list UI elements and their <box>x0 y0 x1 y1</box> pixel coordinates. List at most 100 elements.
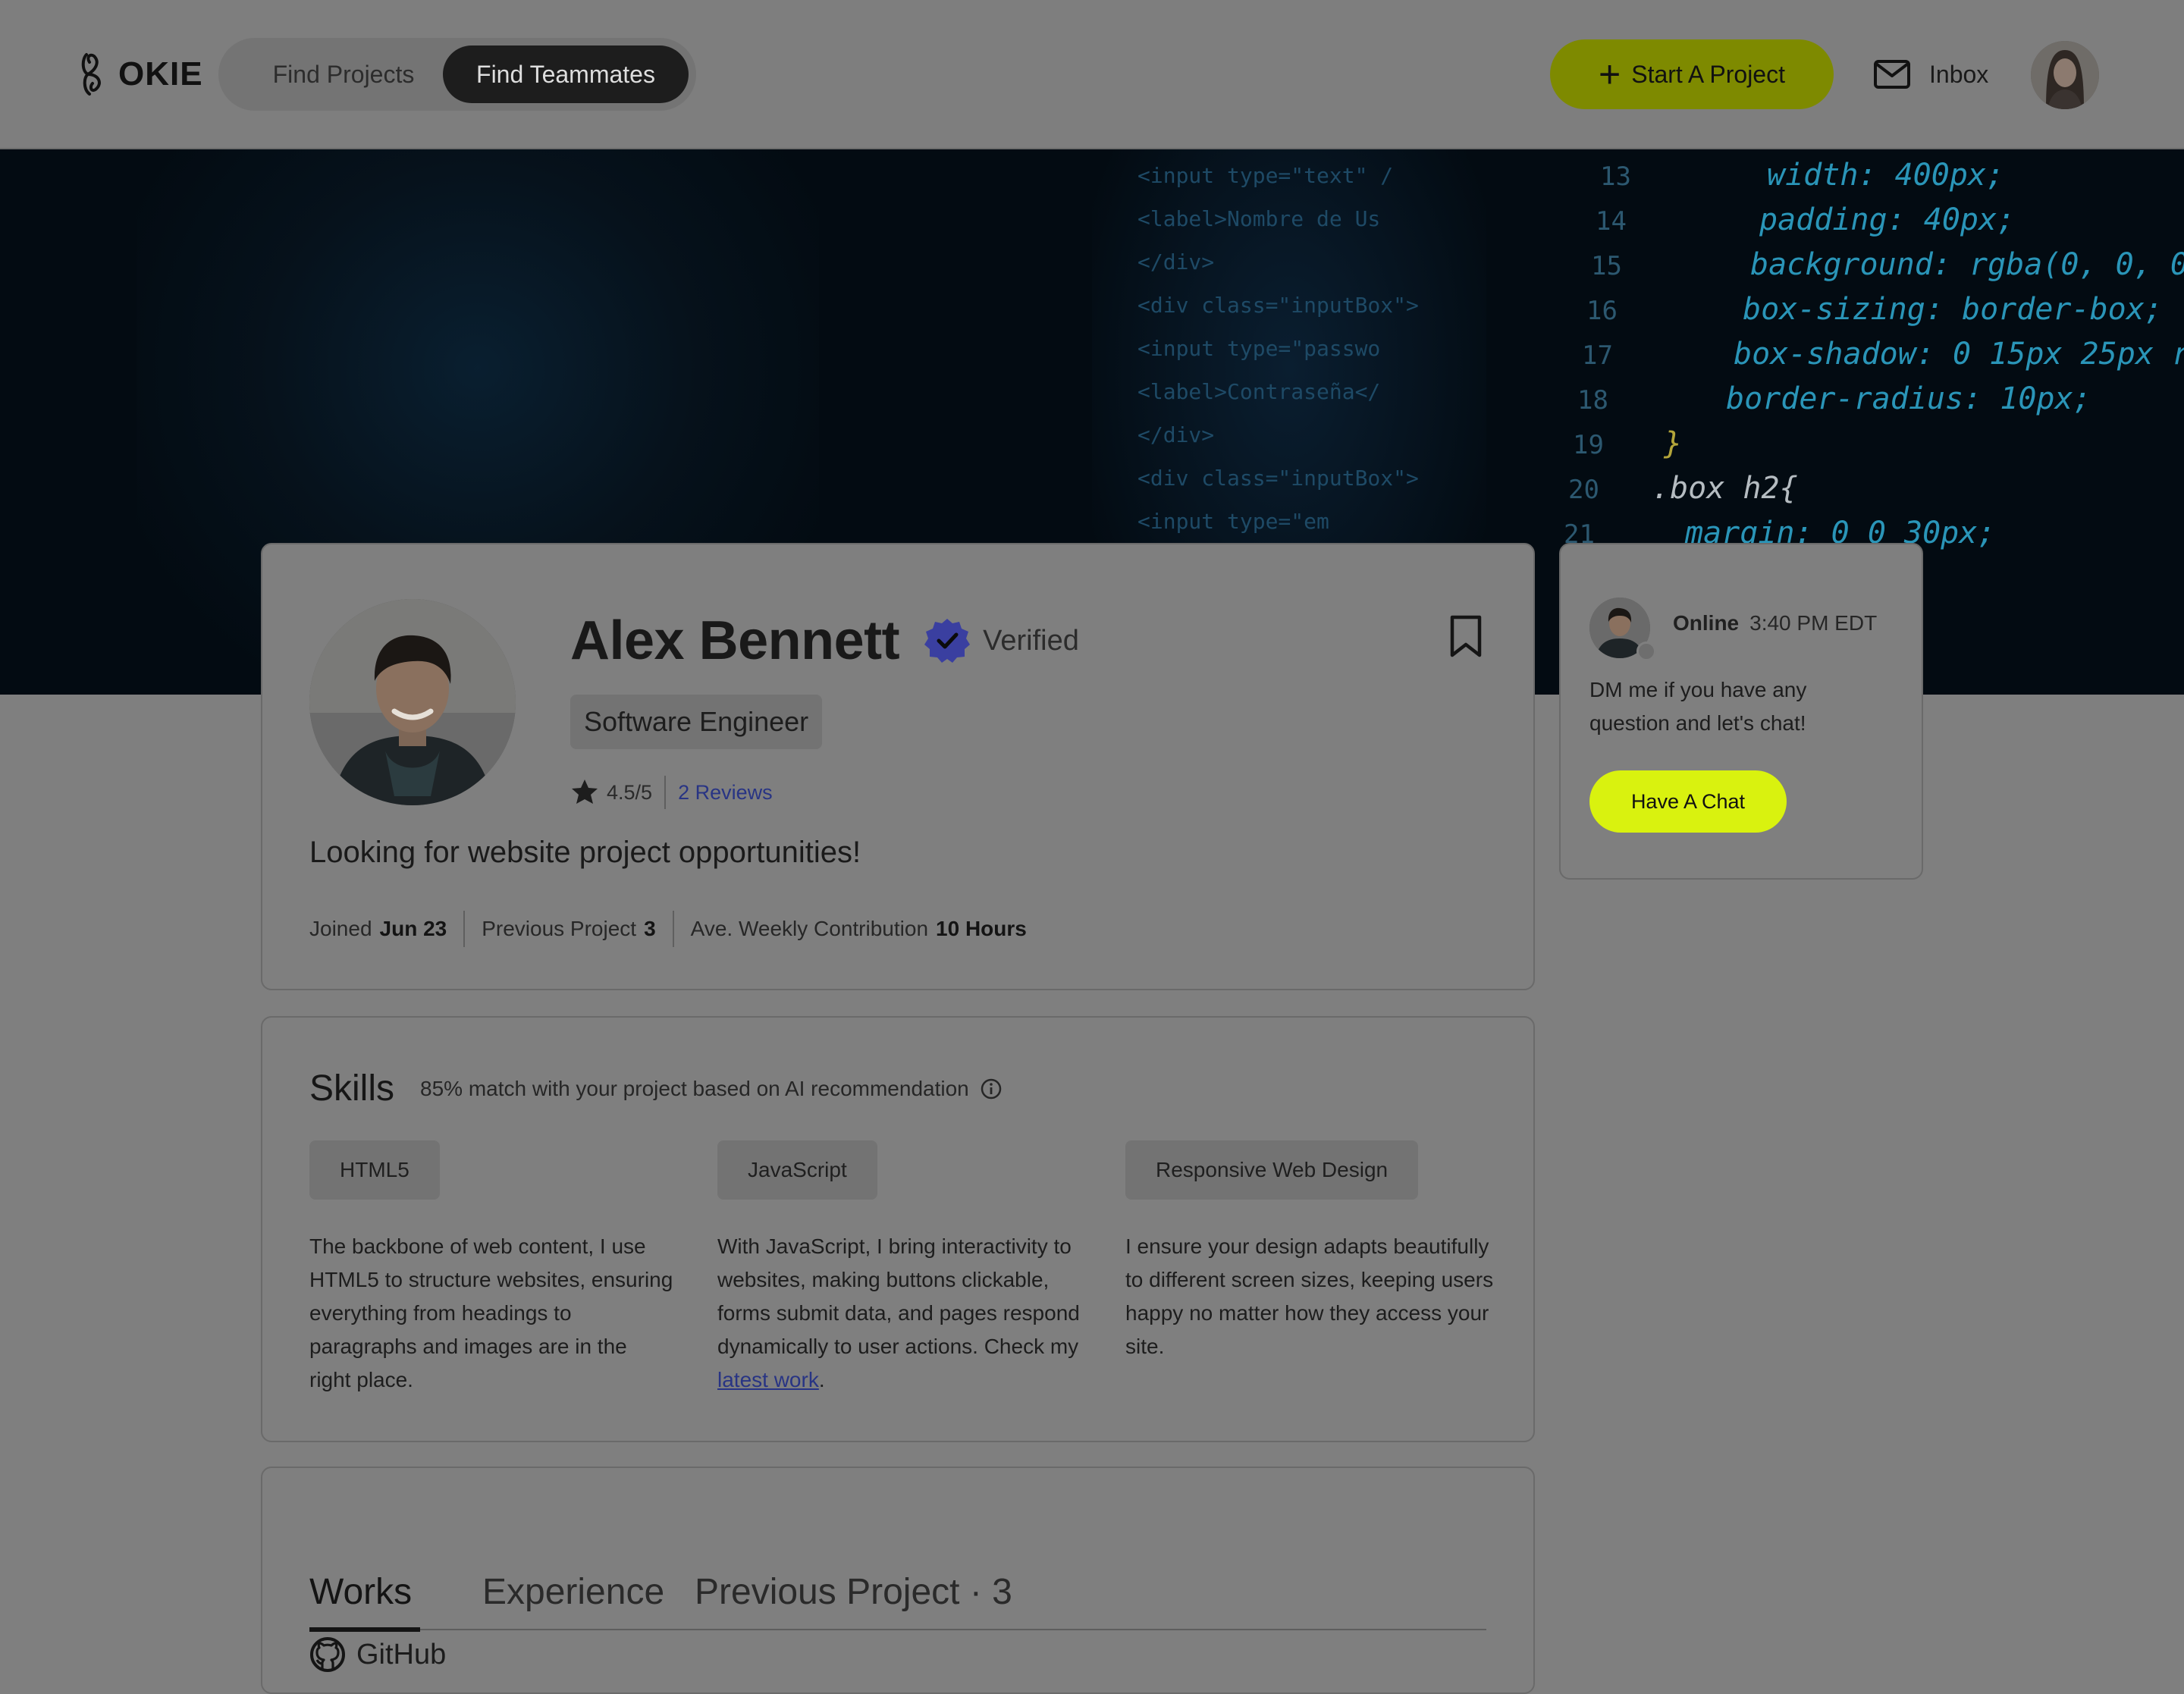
star-icon <box>572 780 598 804</box>
profile-meta: Joined Jun 23 Previous Project 3 Ave. We… <box>309 910 1027 948</box>
code-line: 14 padding: 40px; <box>1596 199 2184 243</box>
code-line-number: 20 <box>1568 475 1599 505</box>
code-line: <div class="inputBox"> <box>1138 466 1419 491</box>
name-row: Alex Bennett Verified <box>570 607 1079 675</box>
reviews-link[interactable]: 2 Reviews <box>678 781 773 805</box>
skill-item: JavaScript With JavaScript, I bring inte… <box>717 1140 1081 1397</box>
online-label: Online <box>1673 611 1740 635</box>
start-project-label: Start A Project <box>1631 60 1785 88</box>
profile-headline: Looking for website project opportunitie… <box>309 836 861 869</box>
rating-row: 4.5/5 2 Reviews <box>570 773 773 811</box>
skill-description: The backbone of web content, I use HTML5… <box>309 1234 673 1391</box>
tab-works-label: Works <box>309 1572 413 1612</box>
previous-project-value: 3 <box>644 917 656 940</box>
have-a-chat-button[interactable]: Have A Chat <box>1589 770 1787 833</box>
tab-works[interactable]: Works <box>309 1571 412 1613</box>
code-line-text: border-radius: 10px; <box>1726 381 2091 416</box>
code-line-text: box-shadow: 0 15px 25px rg <box>1734 337 2184 372</box>
skill-item: Responsive Web Design I ensure your desi… <box>1125 1140 1497 1363</box>
previous-project-label: Previous Project <box>482 917 637 940</box>
chat-status: Online 3:40 PM EDT <box>1673 611 1877 635</box>
contribution-value: 10 Hours <box>936 917 1027 940</box>
info-icon[interactable] <box>980 1078 1003 1100</box>
local-time: 3:40 PM EDT <box>1749 611 1878 635</box>
inbox-link[interactable]: Inbox <box>1873 53 1988 96</box>
divider <box>463 911 466 947</box>
verified-badge-icon <box>924 619 971 663</box>
code-line-number: 17 <box>1582 340 1613 371</box>
code-line-text: box-sizing: border-box; <box>1743 292 2163 327</box>
tab-find-teammates[interactable]: Find Teammates <box>443 45 689 103</box>
code-line: 13 width: 400px; <box>1600 154 2184 199</box>
code-line: <label>Contraseña</ <box>1138 379 1381 404</box>
rating-value: 4.5/5 <box>607 780 653 804</box>
tab-previous-project[interactable]: Previous Project · 3 <box>695 1571 1012 1613</box>
code-line-number: 18 <box>1577 385 1608 416</box>
github-label: GitHub <box>356 1638 447 1670</box>
logo-icon <box>81 53 101 96</box>
skill-description: With JavaScript, I bring interactivity t… <box>717 1230 1081 1397</box>
tab-find-projects[interactable]: Find Projects <box>234 45 453 103</box>
code-line-number: 16 <box>1586 296 1618 326</box>
code-line-text: .box h2{ <box>1652 471 1798 506</box>
code-line-number: 19 <box>1573 430 1604 460</box>
inbox-label: Inbox <box>1929 60 1989 88</box>
code-line: </div> <box>1138 422 1215 447</box>
code-line: 17 box-shadow: 0 15px 25px rg <box>1582 333 2184 378</box>
code-line: <label>Nombre de Us <box>1138 206 1381 231</box>
skills-card: Skills 85% match with your project based… <box>261 1016 1535 1442</box>
profile-photo <box>309 599 516 805</box>
code-line-number: 13 <box>1600 162 1631 192</box>
skill-tag-javascript: JavaScript <box>717 1140 877 1200</box>
profile-avatar <box>309 599 516 805</box>
top-nav: OKIE Find Projects Find Teammates + Star… <box>0 0 2184 149</box>
skills-header: Skills 85% match with your project based… <box>309 1068 1003 1109</box>
profile-tabs: Works Experience Previous Project · 3 <box>309 1518 1486 1632</box>
skill-description: I ensure your design adapts beautifully … <box>1125 1234 1494 1358</box>
online-status-dot <box>1636 642 1656 661</box>
skill-item: HTML5 The backbone of web content, I use… <box>309 1140 673 1397</box>
cover-code-right: 13 width: 400px; 14 padding: 40px; 15 backgro… <box>1555 154 2184 557</box>
github-section-title[interactable]: GitHub <box>309 1636 446 1673</box>
joined-label: Joined <box>309 917 372 940</box>
skill-tag-responsive-web-design: Responsive Web Design <box>1125 1140 1419 1200</box>
start-project-button[interactable]: + Start A Project <box>1550 39 1834 109</box>
code-line: <input type="text" / <box>1138 163 1394 188</box>
skill-tag-html5: HTML5 <box>309 1140 440 1200</box>
code-line: 15 background: rgba(0, 0, 0, <box>1591 243 2184 288</box>
role-tag: Software Engineer <box>570 695 823 749</box>
profile-card: Alex Bennett Verified Software Engineer … <box>261 543 1535 990</box>
logo-text: OKIE <box>118 55 203 93</box>
verified-label: Verified <box>983 624 1079 657</box>
logo[interactable]: OKIE <box>80 50 203 99</box>
contribution-label: Ave. Weekly Contribution <box>690 917 929 940</box>
plus-icon: + <box>1599 53 1621 96</box>
profile-name: Alex Bennett <box>570 610 900 671</box>
user-avatar-image <box>2031 41 2099 109</box>
user-avatar[interactable] <box>2031 41 2099 109</box>
code-line: 18 border-radius: 10px; <box>1577 378 2184 422</box>
divider <box>664 776 667 809</box>
code-line: </div> <box>1138 249 1215 274</box>
skill-description-end: . <box>818 1368 825 1391</box>
code-line: <input type="passwo <box>1138 336 1381 361</box>
code-line-text: } <box>1664 426 1683 461</box>
view-switcher: Find Projects Find Teammates <box>218 38 696 111</box>
code-line: 16 box-sizing: border-box; <box>1586 288 2184 333</box>
latest-work-link[interactable]: latest work <box>717 1368 819 1391</box>
cover-code-left: <input type="text" / <label>Nombre de Us <… <box>1138 154 1419 586</box>
code-line: 20 .box h2{ <box>1568 467 2184 512</box>
chat-card: Online 3:40 PM EDT DM me if you have any … <box>1559 543 1923 880</box>
code-line-text: width: 400px; <box>1767 158 2005 193</box>
code-line-number: 15 <box>1591 251 1622 281</box>
tab-experience[interactable]: Experience <box>482 1571 664 1613</box>
code-line-number: 14 <box>1596 206 1627 237</box>
github-icon <box>310 1637 345 1672</box>
chat-message: DM me if you have any question and let's… <box>1589 678 1807 735</box>
code-line-text: background: rgba(0, 0, 0, <box>1750 247 2184 282</box>
joined-value: Jun 23 <box>379 917 447 940</box>
bookmark-icon[interactable] <box>1448 614 1483 658</box>
divider <box>672 911 674 947</box>
skills-match-text: 85% match with your project based on AI … <box>420 1076 969 1100</box>
code-line-text: padding: 40px; <box>1759 202 2016 237</box>
